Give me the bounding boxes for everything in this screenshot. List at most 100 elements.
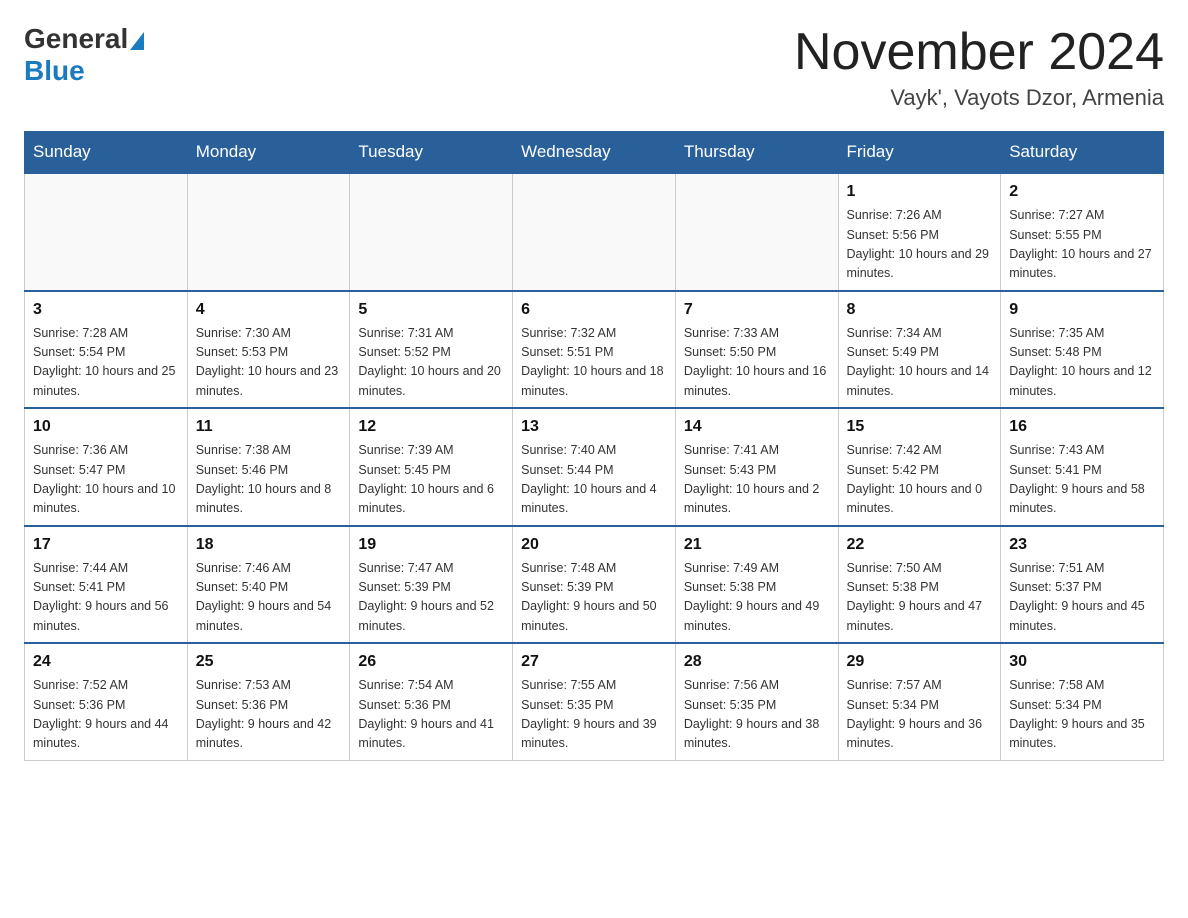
day-info: Sunrise: 7:51 AMSunset: 5:37 PMDaylight:… — [1009, 559, 1155, 637]
weekday-header-saturday: Saturday — [1001, 132, 1164, 174]
day-info: Sunrise: 7:27 AMSunset: 5:55 PMDaylight:… — [1009, 206, 1155, 284]
day-info: Sunrise: 7:57 AMSunset: 5:34 PMDaylight:… — [847, 676, 993, 754]
weekday-header-sunday: Sunday — [25, 132, 188, 174]
day-number: 25 — [196, 650, 342, 674]
day-info: Sunrise: 7:35 AMSunset: 5:48 PMDaylight:… — [1009, 324, 1155, 402]
title-area: November 2024 Vayk', Vayots Dzor, Armeni… — [794, 24, 1164, 111]
day-number: 20 — [521, 533, 667, 557]
calendar-cell — [187, 173, 350, 291]
calendar-cell: 20Sunrise: 7:48 AMSunset: 5:39 PMDayligh… — [513, 526, 676, 644]
day-number: 21 — [684, 533, 830, 557]
day-number: 10 — [33, 415, 179, 439]
day-info: Sunrise: 7:55 AMSunset: 5:35 PMDaylight:… — [521, 676, 667, 754]
day-info: Sunrise: 7:26 AMSunset: 5:56 PMDaylight:… — [847, 206, 993, 284]
day-info: Sunrise: 7:31 AMSunset: 5:52 PMDaylight:… — [358, 324, 504, 402]
logo-triangle-icon — [130, 32, 144, 50]
day-info: Sunrise: 7:47 AMSunset: 5:39 PMDaylight:… — [358, 559, 504, 637]
location-title: Vayk', Vayots Dzor, Armenia — [794, 85, 1164, 111]
week-row-2: 3Sunrise: 7:28 AMSunset: 5:54 PMDaylight… — [25, 291, 1164, 409]
weekday-header-wednesday: Wednesday — [513, 132, 676, 174]
logo-blue-text: Blue — [24, 55, 85, 87]
day-number: 30 — [1009, 650, 1155, 674]
calendar-cell: 5Sunrise: 7:31 AMSunset: 5:52 PMDaylight… — [350, 291, 513, 409]
day-info: Sunrise: 7:40 AMSunset: 5:44 PMDaylight:… — [521, 441, 667, 519]
calendar-header-row: SundayMondayTuesdayWednesdayThursdayFrid… — [25, 132, 1164, 174]
calendar-cell: 19Sunrise: 7:47 AMSunset: 5:39 PMDayligh… — [350, 526, 513, 644]
day-info: Sunrise: 7:54 AMSunset: 5:36 PMDaylight:… — [358, 676, 504, 754]
calendar-cell: 14Sunrise: 7:41 AMSunset: 5:43 PMDayligh… — [675, 408, 838, 526]
day-number: 5 — [358, 298, 504, 322]
calendar-cell: 6Sunrise: 7:32 AMSunset: 5:51 PMDaylight… — [513, 291, 676, 409]
day-number: 7 — [684, 298, 830, 322]
day-info: Sunrise: 7:44 AMSunset: 5:41 PMDaylight:… — [33, 559, 179, 637]
calendar-cell — [25, 173, 188, 291]
day-info: Sunrise: 7:41 AMSunset: 5:43 PMDaylight:… — [684, 441, 830, 519]
day-info: Sunrise: 7:58 AMSunset: 5:34 PMDaylight:… — [1009, 676, 1155, 754]
calendar-cell — [513, 173, 676, 291]
calendar-cell: 7Sunrise: 7:33 AMSunset: 5:50 PMDaylight… — [675, 291, 838, 409]
weekday-header-friday: Friday — [838, 132, 1001, 174]
calendar-table: SundayMondayTuesdayWednesdayThursdayFrid… — [24, 131, 1164, 761]
day-info: Sunrise: 7:46 AMSunset: 5:40 PMDaylight:… — [196, 559, 342, 637]
day-info: Sunrise: 7:49 AMSunset: 5:38 PMDaylight:… — [684, 559, 830, 637]
day-number: 3 — [33, 298, 179, 322]
day-number: 29 — [847, 650, 993, 674]
day-info: Sunrise: 7:38 AMSunset: 5:46 PMDaylight:… — [196, 441, 342, 519]
day-number: 13 — [521, 415, 667, 439]
day-info: Sunrise: 7:36 AMSunset: 5:47 PMDaylight:… — [33, 441, 179, 519]
calendar-cell: 15Sunrise: 7:42 AMSunset: 5:42 PMDayligh… — [838, 408, 1001, 526]
calendar-cell: 28Sunrise: 7:56 AMSunset: 5:35 PMDayligh… — [675, 643, 838, 760]
calendar-cell: 8Sunrise: 7:34 AMSunset: 5:49 PMDaylight… — [838, 291, 1001, 409]
logo-general-text: General — [24, 24, 144, 55]
week-row-5: 24Sunrise: 7:52 AMSunset: 5:36 PMDayligh… — [25, 643, 1164, 760]
calendar-cell: 12Sunrise: 7:39 AMSunset: 5:45 PMDayligh… — [350, 408, 513, 526]
calendar-cell: 13Sunrise: 7:40 AMSunset: 5:44 PMDayligh… — [513, 408, 676, 526]
day-info: Sunrise: 7:52 AMSunset: 5:36 PMDaylight:… — [33, 676, 179, 754]
day-info: Sunrise: 7:48 AMSunset: 5:39 PMDaylight:… — [521, 559, 667, 637]
day-info: Sunrise: 7:28 AMSunset: 5:54 PMDaylight:… — [33, 324, 179, 402]
calendar-cell: 2Sunrise: 7:27 AMSunset: 5:55 PMDaylight… — [1001, 173, 1164, 291]
day-number: 9 — [1009, 298, 1155, 322]
calendar-cell: 17Sunrise: 7:44 AMSunset: 5:41 PMDayligh… — [25, 526, 188, 644]
calendar-cell: 24Sunrise: 7:52 AMSunset: 5:36 PMDayligh… — [25, 643, 188, 760]
calendar-cell: 9Sunrise: 7:35 AMSunset: 5:48 PMDaylight… — [1001, 291, 1164, 409]
day-info: Sunrise: 7:30 AMSunset: 5:53 PMDaylight:… — [196, 324, 342, 402]
day-number: 28 — [684, 650, 830, 674]
calendar-cell: 21Sunrise: 7:49 AMSunset: 5:38 PMDayligh… — [675, 526, 838, 644]
calendar-cell: 11Sunrise: 7:38 AMSunset: 5:46 PMDayligh… — [187, 408, 350, 526]
day-number: 1 — [847, 180, 993, 204]
day-number: 11 — [196, 415, 342, 439]
calendar-cell: 26Sunrise: 7:54 AMSunset: 5:36 PMDayligh… — [350, 643, 513, 760]
day-number: 27 — [521, 650, 667, 674]
day-info: Sunrise: 7:43 AMSunset: 5:41 PMDaylight:… — [1009, 441, 1155, 519]
day-number: 24 — [33, 650, 179, 674]
weekday-header-monday: Monday — [187, 132, 350, 174]
day-number: 17 — [33, 533, 179, 557]
month-title: November 2024 — [794, 24, 1164, 81]
calendar-cell: 23Sunrise: 7:51 AMSunset: 5:37 PMDayligh… — [1001, 526, 1164, 644]
day-number: 19 — [358, 533, 504, 557]
weekday-header-thursday: Thursday — [675, 132, 838, 174]
week-row-4: 17Sunrise: 7:44 AMSunset: 5:41 PMDayligh… — [25, 526, 1164, 644]
day-info: Sunrise: 7:34 AMSunset: 5:49 PMDaylight:… — [847, 324, 993, 402]
calendar-cell: 3Sunrise: 7:28 AMSunset: 5:54 PMDaylight… — [25, 291, 188, 409]
calendar-cell: 1Sunrise: 7:26 AMSunset: 5:56 PMDaylight… — [838, 173, 1001, 291]
calendar-cell — [350, 173, 513, 291]
calendar-cell: 27Sunrise: 7:55 AMSunset: 5:35 PMDayligh… — [513, 643, 676, 760]
day-number: 15 — [847, 415, 993, 439]
day-number: 22 — [847, 533, 993, 557]
day-number: 26 — [358, 650, 504, 674]
week-row-3: 10Sunrise: 7:36 AMSunset: 5:47 PMDayligh… — [25, 408, 1164, 526]
day-number: 12 — [358, 415, 504, 439]
calendar-cell: 4Sunrise: 7:30 AMSunset: 5:53 PMDaylight… — [187, 291, 350, 409]
page-header: General Blue November 2024 Vayk', Vayots… — [24, 24, 1164, 111]
calendar-cell: 10Sunrise: 7:36 AMSunset: 5:47 PMDayligh… — [25, 408, 188, 526]
calendar-cell: 18Sunrise: 7:46 AMSunset: 5:40 PMDayligh… — [187, 526, 350, 644]
day-info: Sunrise: 7:33 AMSunset: 5:50 PMDaylight:… — [684, 324, 830, 402]
day-info: Sunrise: 7:42 AMSunset: 5:42 PMDaylight:… — [847, 441, 993, 519]
day-info: Sunrise: 7:32 AMSunset: 5:51 PMDaylight:… — [521, 324, 667, 402]
calendar-cell: 30Sunrise: 7:58 AMSunset: 5:34 PMDayligh… — [1001, 643, 1164, 760]
day-number: 16 — [1009, 415, 1155, 439]
day-info: Sunrise: 7:56 AMSunset: 5:35 PMDaylight:… — [684, 676, 830, 754]
day-number: 6 — [521, 298, 667, 322]
